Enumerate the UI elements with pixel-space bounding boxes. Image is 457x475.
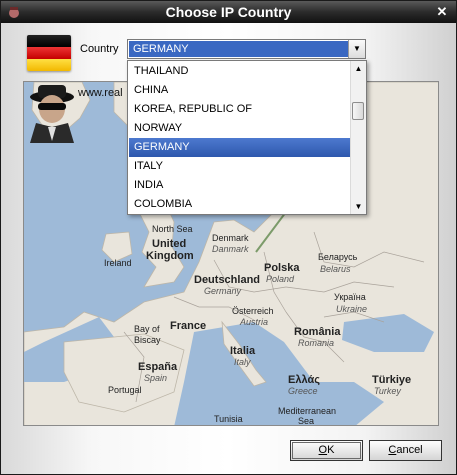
- close-button[interactable]: ✕: [434, 4, 450, 20]
- dropdown-option[interactable]: NORWAY: [129, 119, 351, 138]
- map-label: Poland: [266, 274, 295, 284]
- dropdown-option[interactable]: ITALY: [129, 157, 351, 176]
- map-label: United: [152, 238, 187, 250]
- map-label: Tunisia: [214, 414, 243, 424]
- map-label: Ireland: [104, 258, 132, 268]
- map-label: Беларусь: [318, 252, 358, 262]
- chevron-down-icon[interactable]: ▼: [348, 40, 365, 58]
- choose-ip-country-dialog: Choose IP Country ✕ Country GERMANY ▼ No…: [0, 0, 457, 475]
- map-label: Sea: [298, 416, 315, 426]
- map-label: España: [138, 361, 178, 373]
- cancel-button[interactable]: Cancel: [369, 440, 442, 461]
- map-label: Ukraine: [336, 304, 368, 314]
- map-label: Turkey: [374, 386, 401, 396]
- scrollbar-thumb[interactable]: [352, 102, 364, 120]
- map-label: Austria: [240, 317, 269, 327]
- map-label: North Sea: [152, 224, 193, 234]
- title-bar[interactable]: Choose IP Country ✕: [1, 1, 456, 23]
- country-select[interactable]: GERMANY ▼: [127, 39, 366, 59]
- map-label: Bay of: [134, 324, 160, 334]
- map-label: Deutschland: [194, 274, 261, 286]
- map-label: Portugal: [108, 385, 142, 395]
- dropdown-option[interactable]: INDIA: [129, 176, 351, 195]
- map-label: România: [294, 326, 341, 338]
- map-label: Germany: [204, 286, 242, 296]
- map-label: Spain: [144, 373, 168, 383]
- map-label: Mediterranean: [278, 406, 337, 416]
- cancel-label-rest: ancel: [396, 444, 423, 456]
- germany-flag-icon: [27, 35, 71, 71]
- map-label: Kingdom: [146, 250, 194, 262]
- ok-button[interactable]: OK: [290, 440, 363, 461]
- dropdown-scrollbar[interactable]: ▲ ▼: [350, 61, 366, 214]
- window-title: Choose IP Country: [165, 4, 292, 20]
- url-text: www.real: [78, 87, 123, 99]
- ok-mnemonic: O: [318, 444, 328, 456]
- dropdown-option[interactable]: KOREA, REPUBLIC OF: [129, 100, 351, 119]
- map-label: Biscay: [134, 335, 161, 345]
- dropdown-option[interactable]: THAILAND: [129, 62, 351, 81]
- country-select-value: GERMANY: [129, 41, 348, 57]
- map-label: France: [170, 320, 207, 332]
- dropdown-option-selected[interactable]: GERMANY: [129, 138, 351, 157]
- map-label: Denmark: [212, 233, 249, 243]
- map-label: Italy: [234, 357, 251, 367]
- map-label: Polska: [264, 262, 300, 274]
- map-label: Österreich: [232, 306, 274, 316]
- map-label: Danmark: [212, 244, 249, 254]
- map-label: Greece: [288, 386, 318, 396]
- spy-avatar-icon: [30, 85, 74, 143]
- dropdown-option[interactable]: COLOMBIA: [129, 195, 351, 214]
- map-label: Україна: [334, 292, 366, 302]
- scroll-up-icon[interactable]: ▲: [351, 61, 366, 76]
- map-label: Belarus: [320, 264, 351, 274]
- map-label: Ελλάς: [288, 374, 320, 386]
- scroll-down-icon[interactable]: ▼: [351, 199, 366, 214]
- country-dropdown-list[interactable]: THAILAND CHINA KOREA, REPUBLIC OF NORWAY…: [127, 60, 367, 215]
- ok-label-rest: K: [327, 444, 335, 456]
- map-label: Romania: [298, 338, 335, 348]
- dropdown-option[interactable]: CHINA: [129, 81, 351, 100]
- map-label: Türkiye: [372, 374, 412, 386]
- map-label: Italia: [230, 345, 256, 357]
- country-label: Country: [80, 43, 119, 55]
